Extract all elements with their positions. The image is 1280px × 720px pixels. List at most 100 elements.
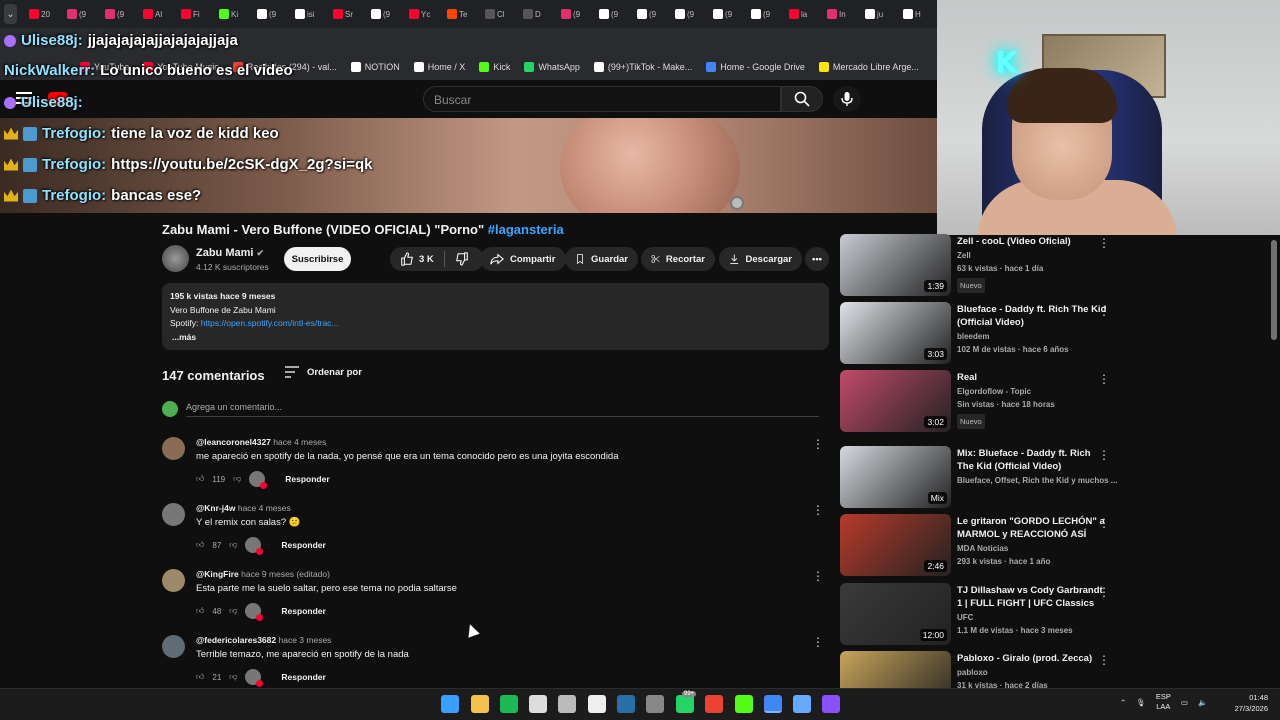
comment-author[interactable]: @federicolares3682 [196,635,276,645]
comment-more-icon[interactable]: ⋮ [812,503,824,517]
related-more-icon[interactable]: ⋮ [1098,372,1110,386]
related-video[interactable]: 1:39 Zell - cooL (Video Oficial) Zell 63 k … [840,234,1115,300]
comment-author[interactable]: @leancoronel4327 [196,437,271,447]
reply-button[interactable]: Responder [281,606,325,616]
browser-tab[interactable]: (9 [595,4,633,24]
related-title[interactable]: Real [957,371,1107,384]
comment-like-icon[interactable]: 👍︎ [196,540,204,550]
browser-tab[interactable]: (9 [63,4,101,24]
share-button[interactable]: Compartir [480,247,566,271]
browser-tab[interactable]: isi [291,4,329,24]
channel-name[interactable]: Zabu Mami ✔ [196,247,264,259]
add-comment-input[interactable]: Agrega un comentario... [186,402,819,417]
related-channel[interactable]: UFC [957,611,1107,624]
chrome-active-icon[interactable] [764,695,782,713]
browser-tab[interactable]: (9 [253,4,291,24]
spotify-link[interactable]: https://open.spotify.com/intl-es/trac... [201,318,339,328]
subscribe-button[interactable]: Suscribirse [284,247,351,271]
store-icon[interactable] [529,695,547,713]
related-thumbnail[interactable]: 2:46 [840,514,951,576]
browser-tab[interactable]: Al [139,4,177,24]
browser-tab[interactable]: (9 [747,4,785,24]
browser-tab[interactable]: ju [861,4,899,24]
commenter-avatar[interactable] [162,635,185,658]
clip-button[interactable]: Recortar [641,247,715,271]
browser-tab[interactable]: (9 [671,4,709,24]
app-purple-icon[interactable] [822,695,840,713]
browser-tab[interactable]: (9 [709,4,747,24]
chevron-up-icon[interactable]: ⌃ [1120,698,1126,707]
bookmark-item[interactable]: Home / X [413,62,465,72]
comment-author[interactable]: @KingFire [196,569,239,579]
related-channel[interactable]: Zell [957,249,1107,262]
related-thumbnail[interactable]: 1:39 [840,234,951,296]
page-scrollbar[interactable] [1271,240,1277,340]
related-thumbnail[interactable]: Mix [840,446,951,508]
related-title[interactable]: Pabloxo - Giralo (prod. Zecca) [957,652,1107,665]
obs-icon[interactable] [646,695,664,713]
channel-avatar[interactable] [162,245,189,272]
browser-tab[interactable]: Yc [405,4,443,24]
sort-comments-button[interactable]: Ordenar por [285,366,362,378]
related-title[interactable]: Le gritaron "GORDO LECHÓN" a MARMOL y RE… [957,515,1107,541]
related-title[interactable]: Blueface - Daddy ft. Rich The Kid (Offic… [957,303,1107,329]
whatsapp-icon[interactable] [676,695,694,713]
thumbs-down-icon[interactable] [455,252,469,266]
language-indicator[interactable]: ESP LAA [1156,692,1171,712]
commenter-avatar[interactable] [162,437,185,460]
browser-tab[interactable]: la [785,4,823,24]
related-more-icon[interactable]: ⋮ [1098,516,1110,530]
related-title[interactable]: TJ Dillashaw vs Cody Garbrandt 1 | FULL … [957,584,1107,610]
search-input[interactable]: Buscar [423,86,781,112]
browser-tab[interactable]: (9 [557,4,595,24]
like-button[interactable]: 3 K [400,252,434,266]
browser-tab[interactable]: (9 [101,4,139,24]
description-box[interactable]: 195 k vistas hace 9 meses Vero Buffone d… [162,283,829,350]
show-more-button[interactable]: ...más [170,331,821,345]
related-more-icon[interactable]: ⋮ [1098,304,1110,318]
bookmark-item[interactable]: Mercado Libre Arge... [818,62,919,72]
volume-icon[interactable]: 🔈 [1198,698,1207,707]
comment-dislike-icon[interactable]: 👎︎ [229,540,237,550]
commenter-avatar[interactable] [162,569,185,592]
comment-like-icon[interactable]: 👍︎ [196,606,204,616]
comment-like-icon[interactable]: 👍︎ [196,474,204,484]
browser-tab[interactable]: Sr [329,4,367,24]
spotify-icon[interactable] [500,695,518,713]
steam-icon[interactable] [617,695,635,713]
related-channel[interactable]: MDA Noticias [957,542,1107,555]
app-icon[interactable] [558,695,576,713]
save-button[interactable]: Guardar [565,247,638,271]
comment-author[interactable]: @Knr-j4w [196,503,235,513]
bookmark-item[interactable]: NOTION [350,62,400,72]
browser-tab[interactable]: D [519,4,557,24]
bookmark-item[interactable]: Home - Google Drive [706,62,805,72]
search-button[interactable] [781,86,823,112]
related-thumbnail[interactable]: 3:03 [840,302,951,364]
comment-dislike-icon[interactable]: 👎︎ [233,474,241,484]
taskbar-clock[interactable]: 01:48 27/3/2026 [1222,692,1268,714]
related-video[interactable]: 3:03 Blueface - Daddy ft. Rich The Kid (O… [840,302,1115,368]
mic-tray-icon[interactable]: 🎙 [1136,698,1146,707]
related-channel[interactable]: bleedem [957,330,1107,343]
browser-tab[interactable]: 20 [25,4,63,24]
related-more-icon[interactable]: ⋮ [1098,585,1110,599]
reply-button[interactable]: Responder [281,672,325,682]
related-video[interactable]: 2:46 Le gritaron "GORDO LECHÓN" a MARMOL … [840,514,1115,580]
related-video[interactable]: 12:00 TJ Dillashaw vs Cody Garbrandt 1 | … [840,583,1115,649]
capcut-icon[interactable] [588,695,606,713]
browser-tab[interactable]: H [899,4,937,24]
notepad-icon[interactable] [793,695,811,713]
video-hashtag[interactable]: #lagansteria [488,222,564,237]
reply-button[interactable]: Responder [281,540,325,550]
related-channel[interactable]: pabloxo [957,666,1107,679]
download-button[interactable]: Descargar [719,247,802,271]
browser-tab[interactable]: Fi [177,4,215,24]
browser-tab[interactable]: Ki [215,4,253,24]
browser-tab[interactable]: (9 [633,4,671,24]
related-title[interactable]: Zell - cooL (Video Oficial) [957,235,1107,248]
comment-like-icon[interactable]: 👍︎ [196,672,204,682]
browser-tab[interactable]: Cl [481,4,519,24]
bookmark-item[interactable]: (99+)TikTok - Make... [593,62,692,72]
reply-button[interactable]: Responder [285,474,329,484]
